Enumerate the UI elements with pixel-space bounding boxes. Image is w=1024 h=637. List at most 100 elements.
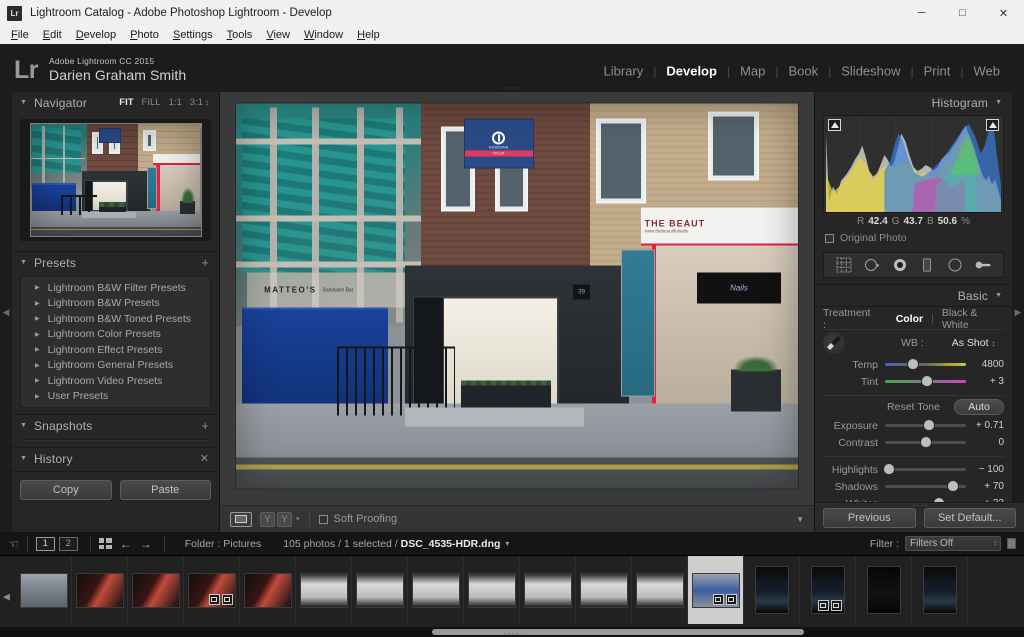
slider-knob[interactable] [884,464,894,474]
minimize-button[interactable]: ─ [901,0,942,26]
left-panel-collapse-arrow[interactable]: ◀ [0,92,12,532]
menu-window[interactable]: Window [297,28,350,42]
grid-view-icon[interactable] [99,538,112,549]
maximize-button[interactable]: □ [942,0,983,26]
filter-toggle-button[interactable] [1007,538,1016,549]
slider-knob[interactable] [924,420,934,430]
current-filename[interactable]: DSC_4535-HDR.dng [401,538,501,550]
slider-track[interactable] [885,380,966,383]
slider-track[interactable] [885,468,966,471]
slider-highlights[interactable]: Highlights− 100 [823,461,1004,478]
preset-group[interactable]: ▶Lightroom B&W Toned Presets [21,311,210,327]
slider-value[interactable]: − 100 [966,464,1004,475]
filter-select[interactable]: Filters Off ↕ [905,536,1001,551]
menu-tools[interactable]: Tools [220,28,260,42]
snapshots-header[interactable]: ▼ Snapshots + [12,415,219,436]
menu-file[interactable]: File [4,28,36,42]
slider-track[interactable] [885,485,966,488]
crop-badge-icon[interactable] [713,594,724,605]
before-after-buttons[interactable]: Y Y [260,512,292,527]
module-web[interactable]: Web [964,64,1011,79]
slider-value[interactable]: + 70 [966,481,1004,492]
page-1-button[interactable]: 1 [36,537,55,551]
filmstrip-thumbnail[interactable] [520,556,576,624]
filmstrip-thumbnail[interactable] [464,556,520,624]
preset-group[interactable]: ▶Lightroom General Presets [21,358,210,374]
slider-value[interactable]: + 0.71 [966,420,1004,431]
crop-overlay-tool-icon[interactable] [835,256,853,274]
paste-button[interactable]: Paste [120,480,212,500]
add-preset-button[interactable]: + [201,255,209,270]
slider-track[interactable] [885,441,966,444]
navigator-mode-fill[interactable]: FILL [142,97,161,108]
navigator-mode-fit[interactable]: FIT [119,97,133,108]
previous-button[interactable]: Previous [823,508,916,528]
module-library[interactable]: Library [593,64,653,79]
filmstrip-thumbnail[interactable] [184,556,240,624]
top-panel-grip[interactable] [0,85,1024,92]
auto-tone-button[interactable]: Auto [954,399,1004,415]
filmstrip-thumbnail[interactable] [240,556,296,624]
navigator-header[interactable]: ▼ Navigator FITFILL1:13:1 ↕ [12,92,219,113]
back-arrow-icon[interactable]: ← [120,537,132,551]
slider-contrast[interactable]: Contrast0 [823,434,1004,451]
slider-value[interactable]: + 3 [966,376,1004,387]
wb-stepper-icon[interactable]: ↕ [992,339,996,348]
original-photo-checkbox[interactable] [825,234,834,243]
loupe-view-icon[interactable] [230,512,252,527]
preset-group[interactable]: ▶Lightroom B&W Filter Presets [21,280,210,296]
filmstrip-thumbnail[interactable] [744,556,800,624]
menu-settings[interactable]: Settings [166,28,220,42]
preset-group[interactable]: ▶Lightroom Effect Presets [21,342,210,358]
filmstrip-thumbnail[interactable] [72,556,128,624]
histogram-header[interactable]: Histogram ▼ [815,92,1012,113]
filename-caret-icon[interactable]: ▾ [505,539,509,548]
slider-track[interactable] [885,424,966,427]
filmstrip-thumbnail[interactable] [800,556,856,624]
navigator-mode-3-1[interactable]: 3:1 [190,97,203,108]
navigator-stepper-icon[interactable]: ↕ [205,98,209,107]
filmstrip-scroll-left-arrow[interactable]: ◀ [3,591,10,602]
filmstrip-thumbnail[interactable] [632,556,688,624]
preset-group[interactable]: ▶Lightroom Video Presets [21,373,210,389]
module-slideshow[interactable]: Slideshow [831,64,910,79]
close-button[interactable]: ✕ [983,0,1024,26]
soft-proofing-checkbox[interactable] [319,515,328,524]
basic-panel-header[interactable]: Basic ▼ [815,285,1012,306]
slider-shadows[interactable]: Shadows+ 70 [823,478,1004,495]
toolbar-collapse-icon[interactable]: ▼ [796,515,804,524]
adjustment-brush-tool-icon[interactable] [974,256,992,274]
copy-button[interactable]: Copy [20,480,112,500]
module-book[interactable]: Book [778,64,828,79]
slider-tint[interactable]: Tint+ 3 [823,373,1004,390]
red-eye-correction-tool-icon[interactable] [891,256,909,274]
chevron-down-icon[interactable]: ▾ [296,515,300,523]
histogram-graph[interactable] [823,115,1004,213]
preset-group[interactable]: ▶User Presets [21,389,210,405]
module-print[interactable]: Print [914,64,961,79]
wb-value[interactable]: As Shot [952,337,989,349]
filmstrip-thumbnail[interactable] [296,556,352,624]
navigator-preview[interactable] [20,119,211,241]
clear-history-button[interactable]: ✕ [200,452,209,465]
right-panel-grip[interactable] [912,504,928,507]
filmstrip-thumbnail[interactable] [688,556,744,624]
add-snapshot-button[interactable]: + [201,418,209,433]
filmstrip-thumbnail[interactable] [128,556,184,624]
slider-knob[interactable] [922,376,932,386]
treatment-option-color[interactable]: Color [896,313,923,325]
develop-badge-icon[interactable] [726,594,737,605]
menu-photo[interactable]: Photo [123,28,166,42]
filmstrip-thumbnail[interactable] [912,556,968,624]
menu-view[interactable]: View [259,28,297,42]
slider-value[interactable]: 4800 [966,359,1004,370]
preset-group[interactable]: ▶Lightroom Color Presets [21,327,210,343]
white-balance-selector-icon[interactable] [823,332,845,354]
slider-exposure[interactable]: Exposure+ 0.71 [823,417,1004,434]
radial-filter-tool-icon[interactable] [946,256,964,274]
hand-pointer-icon[interactable]: ☜ [8,537,19,551]
original-photo-row[interactable]: Original Photo [823,230,1004,246]
menu-develop[interactable]: Develop [69,28,123,42]
module-map[interactable]: Map [730,64,775,79]
filmstrip-thumbnail[interactable] [408,556,464,624]
